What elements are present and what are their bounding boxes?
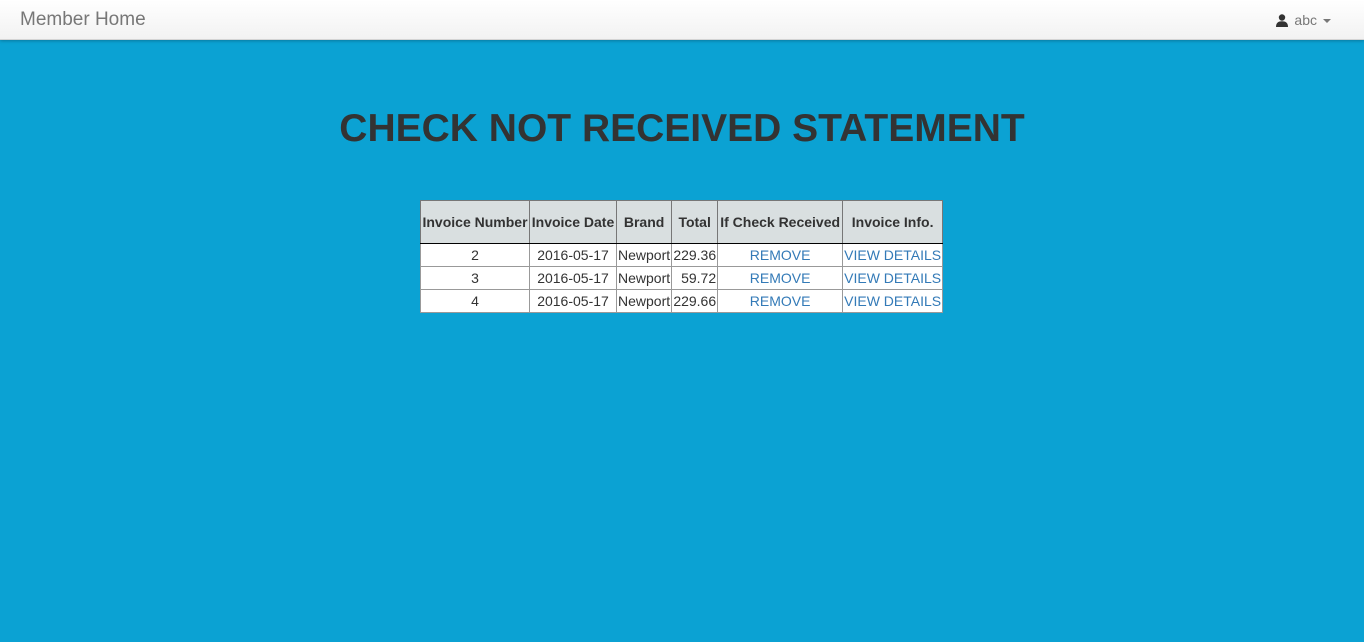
user-menu-dropdown[interactable]: abc bbox=[1276, 12, 1331, 28]
view-details-link[interactable]: VIEW DETAILS bbox=[844, 270, 941, 286]
remove-link[interactable]: REMOVE bbox=[750, 247, 811, 263]
user-icon bbox=[1276, 13, 1289, 27]
remove-cell: REMOVE bbox=[717, 243, 844, 267]
details-cell: VIEW DETAILS bbox=[842, 243, 944, 267]
table-row: 2 2016-05-17 Newport 229.36 REMOVE VIEW … bbox=[420, 243, 944, 267]
brand-cell: Newport bbox=[615, 243, 673, 267]
col-brand: Brand bbox=[615, 200, 673, 244]
invoice-date-cell: 2016-05-17 bbox=[529, 289, 617, 313]
brand-cell: Newport bbox=[615, 289, 673, 313]
total-cell: 229.36 bbox=[671, 243, 719, 267]
invoice-number-cell: 3 bbox=[420, 266, 530, 290]
col-total: Total bbox=[671, 200, 719, 244]
page-title: CHECK NOT RECEIVED STATEMENT bbox=[339, 107, 1025, 150]
brand-link[interactable]: Member Home bbox=[20, 9, 146, 31]
user-name: abc bbox=[1294, 12, 1317, 28]
invoice-date-cell: 2016-05-17 bbox=[529, 266, 617, 290]
caret-down-icon bbox=[1323, 19, 1331, 23]
remove-link[interactable]: REMOVE bbox=[750, 293, 811, 309]
remove-cell: REMOVE bbox=[717, 289, 844, 313]
col-invoice-info: Invoice Info. bbox=[842, 200, 944, 244]
invoice-date-cell: 2016-05-17 bbox=[529, 243, 617, 267]
details-cell: VIEW DETAILS bbox=[842, 266, 944, 290]
col-invoice-date: Invoice Date bbox=[529, 200, 617, 244]
top-navbar: Member Home abc bbox=[0, 0, 1364, 40]
view-details-link[interactable]: VIEW DETAILS bbox=[844, 293, 941, 309]
table-row: 3 2016-05-17 Newport 59.72 REMOVE VIEW D… bbox=[420, 266, 944, 290]
total-cell: 229.66 bbox=[671, 289, 719, 313]
remove-link[interactable]: REMOVE bbox=[750, 270, 811, 286]
invoice-number-cell: 2 bbox=[420, 243, 530, 267]
table-row: 4 2016-05-17 Newport 229.66 REMOVE VIEW … bbox=[420, 289, 944, 313]
details-cell: VIEW DETAILS bbox=[842, 289, 944, 313]
col-invoice-number: Invoice Number bbox=[420, 200, 530, 244]
invoice-number-cell: 4 bbox=[420, 289, 530, 313]
total-cell: 59.72 bbox=[671, 266, 719, 290]
brand-cell: Newport bbox=[615, 266, 673, 290]
table-header-row: Invoice Number Invoice Date Brand Total … bbox=[420, 200, 944, 244]
invoice-table: Invoice Number Invoice Date Brand Total … bbox=[420, 200, 944, 313]
view-details-link[interactable]: VIEW DETAILS bbox=[844, 247, 941, 263]
col-if-check-received: If Check Received bbox=[717, 200, 844, 244]
remove-cell: REMOVE bbox=[717, 266, 844, 290]
